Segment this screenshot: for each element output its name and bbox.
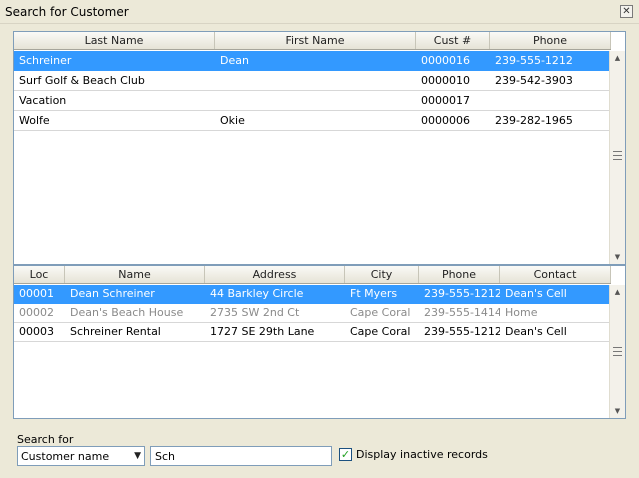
- display-inactive-checkbox[interactable]: ✓: [339, 448, 352, 461]
- cell-last-name: Wolfe: [19, 114, 50, 127]
- title-bar: Search for Customer ✕: [0, 0, 639, 24]
- cell-cust-number: 0000017: [421, 94, 470, 107]
- cell-address: 44 Barkley Circle: [210, 287, 304, 300]
- search-field-select[interactable]: Customer name ▼: [17, 446, 145, 466]
- cell-last-name: Schreiner: [19, 54, 72, 67]
- chevron-down-icon[interactable]: ▼: [134, 451, 141, 461]
- display-inactive-label[interactable]: Display inactive records: [356, 448, 488, 461]
- scroll-down-icon[interactable]: ▼: [610, 250, 625, 264]
- cell-contact: Dean's Cell: [505, 325, 567, 338]
- location-grid-scrollbar[interactable]: ▲ ▼: [609, 285, 625, 418]
- cell-contact: Dean's Cell: [505, 287, 567, 300]
- column-header-contact[interactable]: Contact: [500, 266, 611, 283]
- cell-phone: 239-555-1212: [495, 54, 573, 67]
- cell-phone: 239-555-1212: [424, 287, 500, 300]
- customer-grid-header: Last Name First Name Cust # Phone: [14, 32, 611, 50]
- cell-phone: [490, 91, 611, 110]
- scrollbar-grip[interactable]: [613, 151, 622, 160]
- column-header-address[interactable]: Address: [205, 266, 345, 283]
- cell-last-name: Surf Golf & Beach Club: [19, 74, 145, 87]
- scroll-down-icon[interactable]: ▼: [610, 404, 625, 418]
- search-field-value: Customer name: [21, 450, 110, 463]
- table-row[interactable]: Vacation 0000017: [14, 91, 611, 111]
- search-input[interactable]: Sch: [150, 446, 332, 466]
- cell-phone: 239-555-1414: [424, 306, 500, 319]
- column-header-first-name[interactable]: First Name: [215, 32, 416, 49]
- table-row[interactable]: Wolfe Okie 0000006 239-282-1965: [14, 111, 611, 131]
- window-title: Search for Customer: [5, 5, 129, 19]
- cell-city: Cape Coral: [350, 306, 411, 319]
- cell-phone: 239-282-1965: [495, 114, 573, 127]
- cell-name: Dean Schreiner: [70, 287, 155, 300]
- column-header-name[interactable]: Name: [65, 266, 205, 283]
- cell-first-name: [215, 91, 416, 110]
- cell-loc: 00002: [19, 306, 54, 319]
- cell-cust-number: 0000006: [421, 114, 470, 127]
- cell-address: 2735 SW 2nd Ct: [210, 306, 300, 319]
- table-row[interactable]: Surf Golf & Beach Club 0000010 239-542-3…: [14, 71, 611, 91]
- column-header-cust-number[interactable]: Cust #: [416, 32, 490, 49]
- cell-last-name: Vacation: [19, 94, 67, 107]
- column-header-last-name[interactable]: Last Name: [14, 32, 215, 49]
- cell-city: Ft Myers: [350, 287, 398, 300]
- cell-contact: Home: [505, 306, 538, 319]
- cell-name: Schreiner Rental: [70, 325, 161, 338]
- cell-loc: 00001: [19, 287, 54, 300]
- cell-first-name: Okie: [220, 114, 245, 127]
- cell-first-name: Dean: [220, 54, 249, 67]
- search-for-label: Search for: [17, 433, 74, 446]
- close-icon: ✕: [622, 6, 631, 17]
- customer-grid[interactable]: Last Name First Name Cust # Phone Schrei…: [13, 31, 626, 265]
- location-grid-header: Loc Name Address City Phone Contact: [14, 266, 611, 284]
- cell-loc: 00003: [19, 325, 54, 338]
- column-header-phone[interactable]: Phone: [490, 32, 611, 49]
- column-header-phone[interactable]: Phone: [419, 266, 500, 283]
- customer-rows: Schreiner Dean 0000016 239-555-1212 Surf…: [14, 51, 611, 131]
- cell-phone: 239-542-3903: [495, 74, 573, 87]
- scroll-up-icon[interactable]: ▲: [610, 51, 625, 65]
- location-rows: 00001 Dean Schreiner 44 Barkley Circle F…: [14, 285, 611, 342]
- cell-name: Dean's Beach House: [70, 306, 184, 319]
- table-row[interactable]: 00001 Dean Schreiner 44 Barkley Circle F…: [14, 285, 611, 304]
- table-row[interactable]: Schreiner Dean 0000016 239-555-1212: [14, 51, 611, 71]
- table-row[interactable]: 00002 Dean's Beach House 2735 SW 2nd Ct …: [14, 304, 611, 323]
- cell-cust-number: 0000010: [421, 74, 470, 87]
- checkmark-icon: ✓: [340, 448, 351, 461]
- scrollbar-grip[interactable]: [613, 347, 622, 356]
- scroll-up-icon[interactable]: ▲: [610, 285, 625, 299]
- table-row[interactable]: 00003 Schreiner Rental 1727 SE 29th Lane…: [14, 323, 611, 342]
- column-header-loc[interactable]: Loc: [14, 266, 65, 283]
- cell-phone: 239-555-1212: [424, 325, 500, 338]
- customer-grid-scrollbar[interactable]: ▲ ▼: [609, 51, 625, 264]
- column-header-city[interactable]: City: [345, 266, 419, 283]
- location-grid[interactable]: Loc Name Address City Phone Contact 0000…: [13, 265, 626, 419]
- cell-address: 1727 SE 29th Lane: [210, 325, 315, 338]
- close-button[interactable]: ✕: [620, 5, 633, 18]
- cell-first-name: [215, 71, 416, 90]
- cell-city: Cape Coral: [350, 325, 411, 338]
- cell-cust-number: 0000016: [421, 54, 470, 67]
